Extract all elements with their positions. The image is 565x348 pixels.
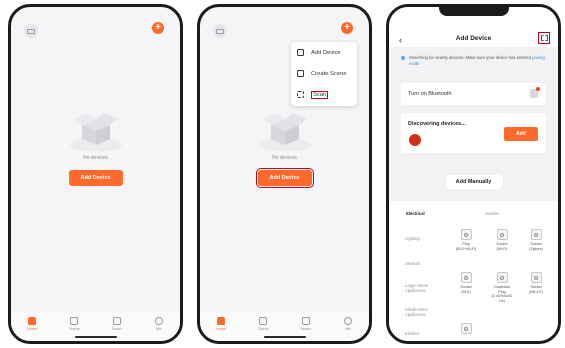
menu-item-create-scene[interactable]: Create Scene — [291, 63, 357, 84]
device-tile[interactable]: Socket (Wi-Fi) — [485, 229, 519, 251]
nav-home[interactable]: Home — [207, 317, 235, 331]
socket-icon — [530, 272, 542, 283]
device-icon — [297, 49, 304, 56]
device-label: Socket (BLE) — [460, 285, 472, 294]
nav-scene-label: Scene — [257, 327, 269, 331]
discovered-add-button[interactable]: Add — [504, 127, 538, 141]
device-tile[interactable]: Socket (Zigbee) — [519, 229, 553, 251]
device-label: Socket (Zigbee) — [529, 242, 543, 251]
nav-me-label: Me — [345, 327, 351, 331]
grid-header: Socket — [485, 211, 499, 216]
device-label: Socket (Wi-Fi) — [496, 242, 508, 251]
menu-item-label: Scan — [311, 90, 329, 99]
menu-item-scan[interactable]: Scan — [291, 84, 357, 105]
add-plus-button[interactable]: + — [341, 22, 353, 34]
nav-home-label: Home — [27, 327, 38, 331]
phone-add-device: ‹ Add Device Searching for nearby device… — [386, 4, 561, 344]
profile-icon — [154, 317, 163, 325]
nav-scene-label: Scene — [68, 327, 80, 331]
scene-icon — [259, 317, 268, 325]
menu-item-add-device[interactable]: Add Device — [291, 42, 357, 63]
scene-edit-icon — [297, 70, 304, 77]
bluetooth-label: Turn on Bluetooth — [408, 91, 452, 97]
add-device-button[interactable]: Add Device — [255, 168, 314, 188]
device-tile[interactable]: Plug (BLE+Wi-Fi) — [449, 229, 483, 251]
home-indicator — [74, 336, 117, 338]
device-tile[interactable] — [449, 323, 483, 334]
discovered-device-icon — [409, 134, 421, 146]
add-device-button[interactable]: Add Device — [68, 170, 123, 186]
screenshot-stage: + No devices Add Device Home Scene Smart — [0, 0, 565, 348]
category-electrical[interactable]: Electrical — [406, 211, 425, 216]
info-dot-icon — [401, 56, 405, 60]
menu-item-label: Create Scene — [311, 70, 347, 77]
category-lighting[interactable]: Lighting — [405, 236, 420, 241]
category-large-appliances[interactable]: Large Home Appliances — [405, 283, 439, 293]
home-icon — [28, 317, 37, 325]
socket-icon — [460, 272, 472, 283]
nav-me[interactable]: Me — [334, 317, 362, 331]
phone-notch — [438, 7, 509, 16]
nav-me-label: Me — [156, 327, 162, 331]
device-tile[interactable]: Socket (BLE) — [449, 272, 483, 294]
device-label: Dualband Plug (2.4GHz&5G Hz) — [491, 285, 513, 303]
smart-icon — [112, 317, 121, 325]
category-sensors[interactable]: Sensors — [405, 261, 420, 266]
home-indicator — [263, 336, 306, 338]
add-menu: Add Device Create Scene Scan — [291, 42, 357, 106]
nav-smart[interactable]: Smart — [103, 317, 131, 331]
empty-box-illustration — [69, 113, 122, 151]
nav-scene[interactable]: Scene — [249, 317, 277, 331]
nav-smart-label: Smart — [300, 327, 311, 331]
device-tile[interactable]: Socket (NB-IoT) — [519, 272, 553, 294]
discovering-label: Discovering devices... — [408, 121, 466, 127]
hub-icon[interactable] — [24, 24, 38, 38]
home-icon — [217, 317, 226, 325]
bluetooth-device-icon — [530, 87, 540, 98]
device-tile[interactable]: Dualband Plug (2.4GHz&5G Hz) — [485, 272, 519, 303]
hub-icon[interactable] — [213, 24, 227, 38]
smart-icon — [301, 317, 310, 325]
category-small-appliances[interactable]: Small Home Appliances — [405, 307, 439, 317]
socket-icon — [496, 272, 508, 283]
menu-item-label: Add Device — [311, 49, 341, 56]
category-kitchen[interactable]: Kitchen — [405, 331, 419, 336]
category-panel: Electrical Lighting Sensors Large Home A… — [389, 201, 558, 341]
nav-me[interactable]: Me — [145, 317, 173, 331]
search-info-text: Searching for nearby devices. Make sure … — [409, 55, 531, 60]
add-plus-button[interactable]: + — [152, 22, 164, 34]
nav-home-label: Home — [216, 327, 227, 331]
socket-icon — [460, 323, 472, 334]
empty-box-illustration — [258, 113, 311, 151]
device-label: Plug (BLE+Wi-Fi) — [455, 242, 477, 251]
socket-icon — [496, 229, 508, 240]
page-title: Add Device — [455, 35, 492, 42]
scan-icon[interactable] — [538, 32, 550, 44]
device-label: Socket (NB-IoT) — [528, 285, 544, 294]
phone-home-menu: + Add Device Create Scene Scan No device… — [197, 4, 372, 344]
socket-icon — [530, 229, 542, 240]
scene-icon — [70, 317, 79, 325]
nav-home[interactable]: Home — [18, 317, 46, 331]
nav-scene[interactable]: Scene — [60, 317, 88, 331]
search-info: Searching for nearby devices. Make sure … — [401, 55, 546, 67]
add-manually-tab[interactable]: Add Manually — [445, 175, 502, 189]
scan-icon — [297, 91, 304, 98]
bluetooth-card[interactable]: Turn on Bluetooth — [401, 83, 546, 105]
nav-smart-label: Smart — [111, 327, 122, 331]
phone-home-empty: + No devices Add Device Home Scene Smart — [8, 4, 183, 344]
profile-icon — [343, 317, 352, 325]
no-devices-text: No devices — [83, 155, 108, 161]
nav-smart[interactable]: Smart — [292, 317, 320, 331]
discovering-card: Discovering devices... Add — [401, 113, 546, 153]
no-devices-text: No devices — [272, 155, 297, 161]
socket-icon — [460, 229, 472, 240]
